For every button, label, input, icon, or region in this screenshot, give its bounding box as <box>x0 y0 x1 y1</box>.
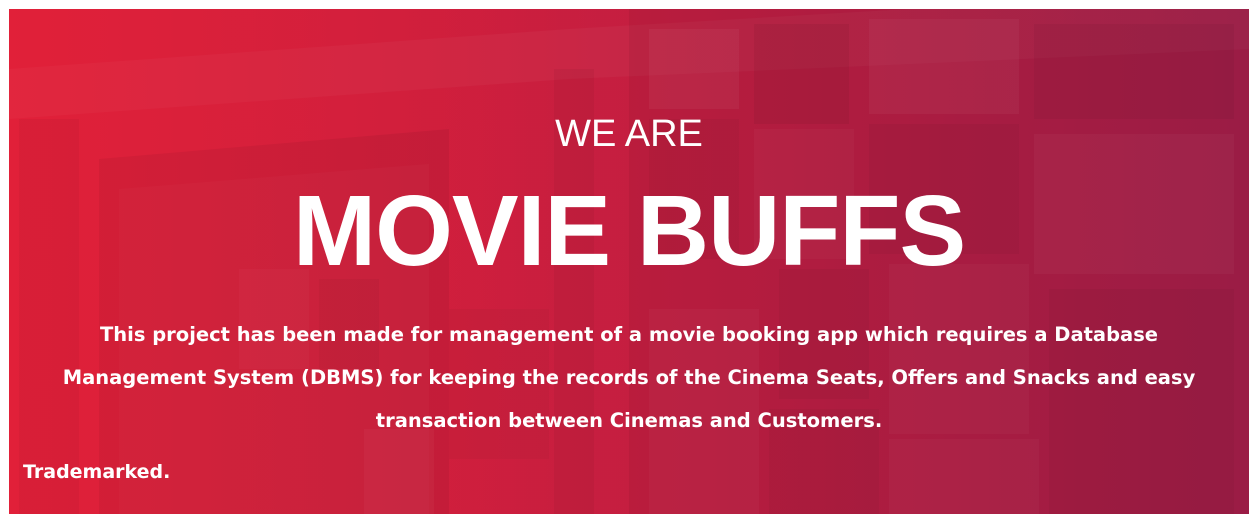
hero-banner: WE ARE MOVIE BUFFS This project has been… <box>9 9 1249 514</box>
hero-description: This project has been made for managemen… <box>62 323 1196 432</box>
trademark-text: Trademarked. <box>23 461 171 483</box>
hero-kicker: WE ARE <box>555 113 703 155</box>
hero-content: WE ARE MOVIE BUFFS This project has been… <box>9 9 1249 514</box>
hero-title: MOVIE BUFFS <box>292 175 966 287</box>
